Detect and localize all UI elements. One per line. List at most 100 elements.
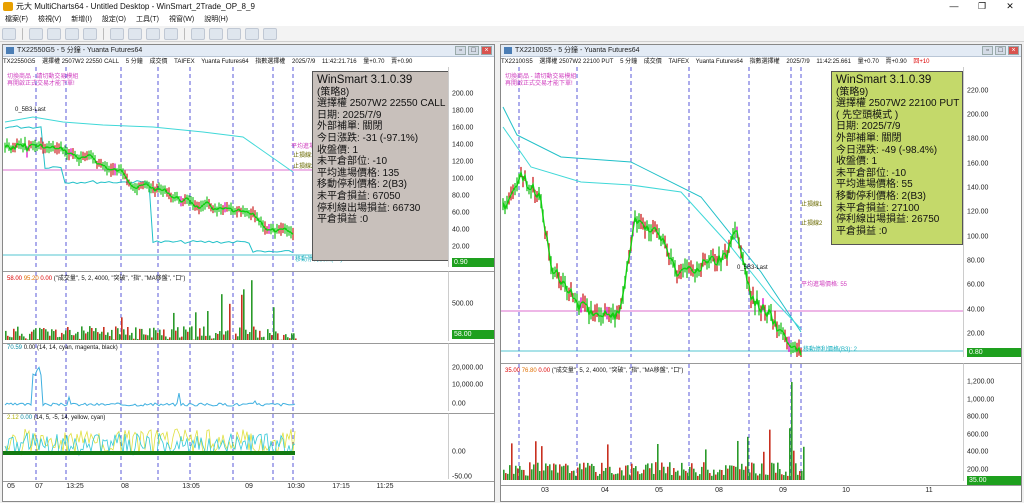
volume-bar [247, 334, 249, 340]
crosshair-icon[interactable] [128, 27, 142, 40]
left-chart-window[interactable]: TX22550G5 - 5 分鐘 - Yuanta Futures64 ▫ □ … [2, 44, 495, 502]
left-volume-axis[interactable]: 500.00 58.00 [448, 271, 494, 341]
left-price-axis[interactable]: 200.00 180.00 160.00 140.00 120.00 100.0… [448, 67, 494, 267]
price-tick: 80.00 [452, 192, 470, 200]
volume-bar [161, 335, 163, 340]
menu-help[interactable]: 說明(H) [204, 14, 228, 24]
menu-view[interactable]: 檢視(V) [38, 14, 61, 24]
left-info-line: WinSmart 3.1.0.39 [317, 74, 413, 86]
new-window-icon[interactable] [2, 27, 16, 40]
trendline-icon[interactable] [146, 27, 160, 40]
left-window-close-button[interactable]: × [481, 46, 492, 55]
volume-bar [609, 466, 611, 480]
price-tick: 160.00 [452, 124, 474, 132]
left-resolution: 5 分鐘 [125, 59, 143, 65]
right-window-restore-button[interactable]: ▫ [982, 46, 993, 55]
volume-bar [97, 332, 99, 340]
volume-bar [529, 462, 531, 480]
volume-bar [269, 332, 271, 340]
line-chart-icon[interactable] [65, 27, 79, 40]
volume-bar [117, 328, 119, 340]
minimize-button[interactable]: — [940, 0, 968, 12]
left-indicator2-axis[interactable]: 20,000.00 10,000.00 0.00 [448, 343, 494, 411]
menu-insert[interactable]: 新增(I) [71, 14, 92, 24]
right-price-axis[interactable]: 220.00 200.00 180.00 160.00 140.00 120.0… [963, 67, 1021, 357]
candle-chart-icon[interactable] [47, 27, 61, 40]
volume-bar [155, 330, 157, 340]
right-time-axis[interactable]: 03 04 05 08 09 10 11 [501, 485, 1021, 501]
volume-bar [33, 329, 35, 340]
volume-bar [647, 463, 649, 480]
volume-bar [105, 334, 107, 340]
right-info-line: ( 先空頭模式 ) [836, 109, 899, 121]
volume-bar [143, 334, 145, 340]
cyan-envelope-line [502, 106, 802, 333]
volume-bar [769, 429, 771, 480]
vol-value-c: 0.00 [40, 276, 53, 282]
volume-bar [573, 470, 575, 480]
zoom-out-icon[interactable] [209, 27, 223, 40]
left-symbol-info-bar: TX22550G5 選擇權 2507W2 22550 CALL 5 分鐘 成交價… [3, 57, 494, 67]
volume-bar [95, 328, 97, 340]
left-indicator3-pane[interactable] [3, 413, 448, 480]
vol-last-tag: 58.00 [452, 330, 494, 339]
volume-bar [579, 463, 581, 480]
bar-chart-icon[interactable] [29, 27, 43, 40]
right-info-line: 停利線出場損益: 26750 [836, 214, 940, 226]
zoom-in-icon[interactable] [191, 27, 205, 40]
volume-bar [731, 465, 733, 480]
drawing-tool-icon[interactable] [83, 27, 97, 40]
volume-bar [191, 326, 193, 340]
volume-bar [771, 462, 773, 480]
right-window-maximize-button[interactable]: □ [995, 46, 1006, 55]
menu-settings[interactable]: 設定(O) [102, 14, 126, 24]
volume-bar [203, 326, 205, 340]
volume-bar [207, 311, 209, 340]
right-chart-window[interactable]: TX22100S5 - 5 分鐘 - Yuanta Futures64 ▫ □ … [500, 44, 1022, 502]
vol-params: ("成交量", 5, 2, 4000, "突破", "指", "MA移盤", "… [551, 368, 684, 374]
left-indicator3-axis[interactable]: 0.00 -50.00 [448, 413, 494, 481]
cursor-icon[interactable] [110, 27, 124, 40]
left-window-maximize-button[interactable]: □ [468, 46, 479, 55]
right-window-close-button[interactable]: × [1008, 46, 1019, 55]
text-tool-icon[interactable] [164, 27, 178, 40]
volume-bar [585, 467, 587, 480]
left-bid: 量+0.70 [363, 59, 385, 65]
volume-bar [259, 330, 261, 340]
volume-bar [699, 474, 701, 480]
left-info-line: 未平倉部位: -10 [317, 156, 388, 168]
left-time-axis[interactable]: 05 07 13:25 08 13:05 09 10:30 17:15 11:2… [3, 481, 494, 501]
volume-bar [783, 475, 785, 480]
right-category: 指數選擇權 [749, 59, 780, 65]
volume-bar [165, 336, 167, 340]
time-tick: 05 [655, 487, 663, 494]
volume-bar [757, 475, 759, 480]
left-info-line: 今日漲跌: -31 (-97.1%) [317, 132, 419, 144]
volume-bar [549, 464, 551, 480]
lower-band-line [502, 126, 802, 330]
app-logo-icon [3, 1, 13, 11]
volume-bar [623, 475, 625, 480]
close-button[interactable]: ✕ [996, 0, 1024, 12]
strategy-icon[interactable] [245, 27, 259, 40]
menu-window[interactable]: 視窗(W) [169, 14, 194, 24]
menu-tools[interactable]: 工具(T) [136, 14, 159, 24]
volume-bar [103, 326, 105, 340]
volume-bar [547, 465, 549, 480]
volume-bar [763, 451, 765, 480]
refresh-icon[interactable] [263, 27, 277, 40]
volume-bar [777, 462, 779, 480]
time-tick: 08 [715, 487, 723, 494]
right-volume-pane[interactable] [501, 363, 963, 482]
right-volume-axis[interactable]: 1,200.00 1,000.00 800.00 600.00 400.00 2… [963, 363, 1021, 485]
maximize-button[interactable]: ❐ [968, 0, 996, 12]
volume-bar [187, 331, 189, 340]
format-icon[interactable] [227, 27, 241, 40]
left-indicator2-pane[interactable] [3, 343, 448, 412]
left-window-restore-button[interactable]: ▫ [455, 46, 466, 55]
volume-bar [651, 463, 653, 480]
time-tick: 08 [121, 483, 129, 490]
volume-bar [583, 462, 585, 480]
volume-bar [169, 337, 171, 340]
menu-file[interactable]: 檔案(F) [5, 14, 28, 24]
